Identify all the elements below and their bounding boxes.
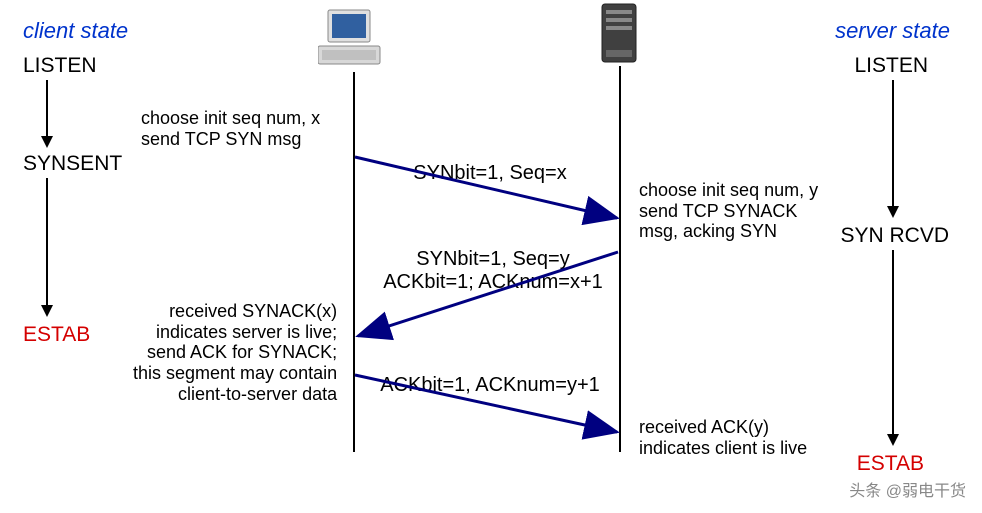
watermark: 头条 @弱电干货 — [849, 477, 966, 501]
handshake-arrows — [0, 0, 982, 513]
